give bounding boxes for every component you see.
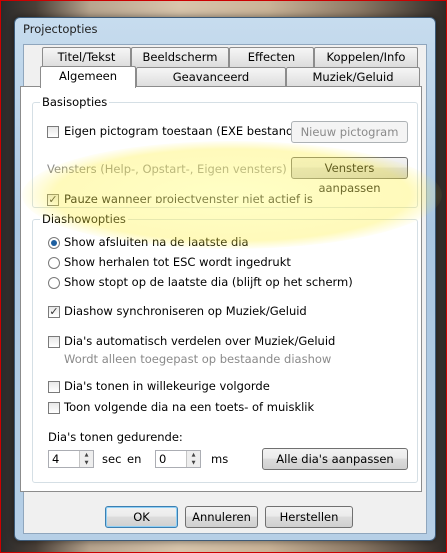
duration-label: Dia's tonen gedurende:	[48, 430, 183, 444]
next-on-click-checkbox[interactable]	[48, 402, 60, 414]
own-icon-label: Eigen pictogram toestaan (EXE bestand)	[64, 124, 298, 138]
ok-button[interactable]: OK	[105, 506, 178, 528]
milliseconds-stepper[interactable]: 0 ▲ ▼	[155, 450, 201, 468]
seconds-stepper-arrows[interactable]: ▲ ▼	[79, 451, 93, 467]
next-on-click-label: Toon volgende dia na een toets- of muisk…	[64, 400, 315, 414]
tab-beeldscherm[interactable]: Beeldscherm	[131, 47, 229, 67]
spin-up-icon[interactable]: ▲	[187, 451, 200, 459]
windows-adjust-button[interactable]: Vensters aanpassen	[291, 157, 408, 195]
group-basisopties-legend: Basisopties	[40, 95, 110, 109]
random-order-checkbox[interactable]	[48, 381, 60, 393]
random-order-label: Dia's tonen in willekeurige volgorde	[64, 379, 270, 393]
cancel-button[interactable]: Annuleren	[185, 506, 258, 528]
windows-label: Vensters (Help-, Opstart-, Eigen venster…	[47, 162, 287, 176]
own-icon-checkbox[interactable]	[47, 126, 59, 138]
and-label: en	[127, 452, 142, 466]
pause-label: Pauze wanneer projectvenster niet actief…	[64, 192, 313, 203]
group-diashowopties-legend: Diashowopties	[40, 212, 128, 226]
radio-repeat-label: Show herhalen tot ESC wordt ingedrukt	[64, 255, 291, 269]
tab-algemeen[interactable]: Algemeen	[40, 66, 136, 88]
auto-distribute-checkbox[interactable]	[48, 336, 60, 348]
reset-button[interactable]: Herstellen	[265, 506, 353, 528]
seconds-value: 4	[52, 452, 60, 466]
tab-muziek-geluid[interactable]: Muziek/Geluid	[286, 67, 420, 87]
radio-stop-on-last[interactable]	[48, 277, 60, 289]
radio-close-label: Show afsluiten na de laatste dia	[64, 235, 249, 249]
auto-distribute-label: Dia's automatisch verdelen over Muziek/G…	[64, 334, 336, 348]
sync-label: Diashow synchroniseren op Muziek/Geluid	[64, 304, 307, 318]
milliseconds-stepper-arrows[interactable]: ▲ ▼	[186, 451, 200, 467]
spin-up-icon[interactable]: ▲	[80, 451, 93, 459]
spin-down-icon[interactable]: ▼	[80, 459, 93, 467]
dialog-title: Projectopties	[23, 22, 98, 36]
seconds-stepper[interactable]: 4 ▲ ▼	[48, 450, 94, 468]
tab-geavanceerd[interactable]: Geavanceerd	[136, 67, 286, 87]
seconds-unit: sec	[102, 452, 122, 466]
radio-repeat[interactable]	[48, 257, 60, 269]
milliseconds-unit: ms	[211, 452, 229, 466]
auto-distribute-note: Wordt alleen toegepast op bestaande dias…	[64, 352, 332, 366]
radio-close-after-last[interactable]	[48, 237, 60, 249]
milliseconds-value: 0	[159, 452, 167, 466]
pause-checkbox[interactable]: ✓	[47, 194, 59, 206]
tab-koppelen-info[interactable]: Koppelen/Info	[314, 47, 418, 67]
spin-down-icon[interactable]: ▼	[187, 459, 200, 467]
sync-checkbox[interactable]: ✓	[48, 306, 60, 318]
adjust-all-slides-button[interactable]: Alle dia's aanpassen	[262, 448, 408, 470]
new-icon-button[interactable]: Nieuw pictogram	[291, 121, 408, 143]
radio-stop-label: Show stopt op de laatste dia (blijft op …	[64, 275, 353, 289]
tab-titel-tekst[interactable]: Titel/Tekst	[42, 47, 131, 67]
tab-effecten[interactable]: Effecten	[229, 47, 314, 67]
